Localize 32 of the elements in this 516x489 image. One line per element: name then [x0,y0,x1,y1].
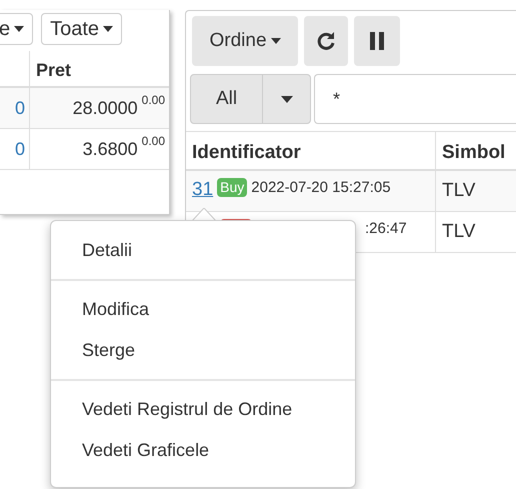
menu-item[interactable]: Vedeti Graficele [82,440,210,460]
order-time: 2022-07-20 15:27:05 [251,178,391,198]
pause-button[interactable] [354,16,400,66]
orders-menu-button[interactable]: Ordine [192,16,298,66]
change-value: 0.00 [142,93,165,107]
filter-dropdown[interactable]: Toate [41,13,122,45]
price-cell-text: 28.0000 [72,96,138,120]
column-header: Pret [35,59,72,82]
change-value: 0.00 [142,134,165,148]
filter-dropdown[interactable]: e [0,13,34,45]
symbol-cell-text: TLV [442,220,476,244]
side-badge: Buy [217,178,248,197]
menu-item[interactable]: Modifica [82,299,150,319]
order-time: :26:47 [365,219,407,239]
order-id-link[interactable]: 31 [192,176,214,204]
symbol-cell-text: TLV [442,178,476,203]
pause-icon [370,32,384,50]
column-header: Simbol [441,141,506,165]
table-cell-text: 0 [14,138,25,160]
price-cell-text: 3.6800 [82,138,138,160]
caret-icon [270,38,281,44]
menu-item[interactable]: Sterge [82,340,136,360]
caret-icon [14,26,24,32]
filter-input[interactable]: * [314,74,516,124]
caret-icon [103,26,114,32]
refresh-button[interactable] [304,16,348,66]
menu-item[interactable]: Vedeti Registrul de Ordine [82,399,292,419]
table-cell-text: 0 [14,96,25,120]
column-header: Identificator [186,132,436,169]
menu-item[interactable]: Detalii [82,240,132,260]
caret-icon [280,96,292,102]
refresh-icon [316,31,336,51]
